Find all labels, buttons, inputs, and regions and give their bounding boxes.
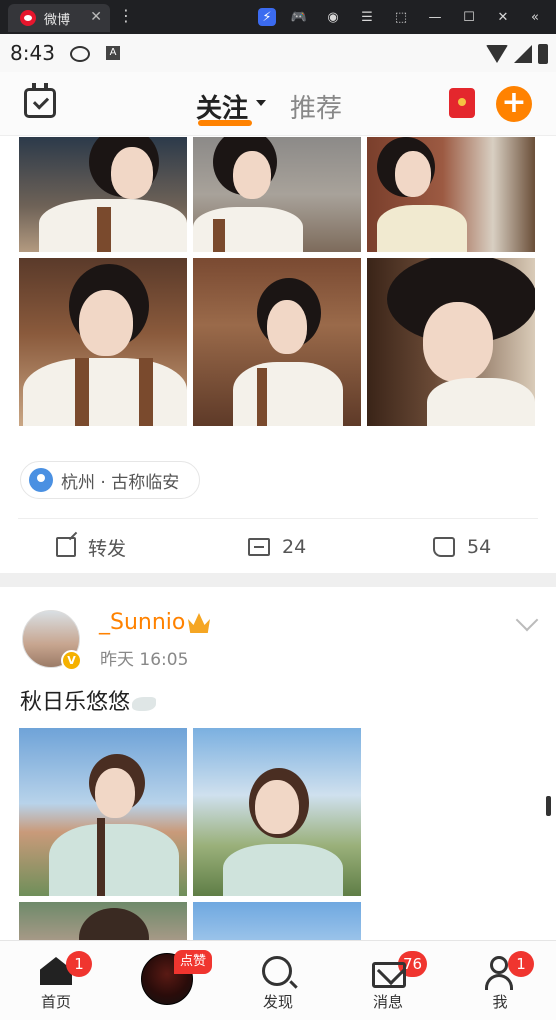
cell-signal-icon <box>514 45 532 63</box>
red-packet-icon[interactable] <box>449 88 475 118</box>
account-icon[interactable]: ◉ <box>324 8 342 26</box>
wifi-icon <box>486 45 508 63</box>
location-chip[interactable]: 杭州 · 古称临安 <box>20 461 200 499</box>
dove-emoji-icon <box>132 697 157 711</box>
close-window-icon[interactable]: ✕ <box>494 8 512 26</box>
window-menu-icon[interactable]: ⋮ <box>118 6 134 25</box>
crown-icon <box>188 613 210 633</box>
me-badge: 1 <box>508 951 534 977</box>
comment-button[interactable]: 24 <box>248 533 306 561</box>
verified-badge-icon: V <box>61 650 82 671</box>
like-tag: 点赞 <box>174 950 213 974</box>
tab-recommend[interactable]: 推荐 <box>290 88 342 125</box>
search-icon <box>262 956 292 986</box>
weibo-logo-icon <box>20 10 36 26</box>
thumbs-up-icon <box>433 537 455 557</box>
window-tab-title: 微博 <box>44 12 71 28</box>
status-time: 8:43 <box>10 41 55 65</box>
window-tab[interactable]: 微博 ✕ <box>8 4 110 32</box>
post-photo[interactable] <box>193 137 361 252</box>
profile-icon <box>490 956 508 974</box>
post-time: 昨天 16:05 <box>100 650 189 670</box>
post-photo[interactable] <box>19 902 187 942</box>
post-photo[interactable] <box>367 258 535 426</box>
compose-plus-button[interactable]: + <box>496 86 532 122</box>
post-photo[interactable] <box>193 258 361 426</box>
post-photo[interactable] <box>193 902 361 942</box>
chevron-down-icon[interactable] <box>515 608 539 632</box>
post-separator <box>0 573 556 587</box>
post-text: 秋日乐悠悠 <box>20 684 157 716</box>
post-photo[interactable] <box>193 728 361 896</box>
nav-home[interactable]: 首页 1 <box>20 941 92 1020</box>
home-badge: 1 <box>66 951 92 977</box>
scrollbar[interactable] <box>546 796 551 816</box>
repost-button[interactable]: 转发 <box>56 533 126 561</box>
post-text-content: 秋日乐悠悠 <box>20 690 131 715</box>
sidebar-toggle-icon[interactable]: « <box>526 8 544 26</box>
weibo-status-icon <box>70 46 90 62</box>
comment-count: 24 <box>282 536 307 558</box>
gamepad-icon[interactable]: 🎮 <box>290 8 308 26</box>
checkin-calendar-icon[interactable] <box>24 83 56 118</box>
boost-icon[interactable]: ⚡ <box>258 8 276 26</box>
like-button[interactable]: 54 <box>433 533 491 561</box>
minimize-icon[interactable]: — <box>426 8 444 26</box>
share-icon <box>56 537 76 557</box>
screenshot-icon[interactable]: ⬚ <box>392 8 410 26</box>
location-text: 杭州 · 古称临安 <box>61 472 180 493</box>
status-bar: 8:43 A <box>0 34 556 72</box>
comment-icon <box>248 538 270 556</box>
a-status-icon: A <box>106 46 120 60</box>
post-photo[interactable] <box>19 258 187 426</box>
post-photo[interactable] <box>367 137 535 252</box>
active-tab-indicator <box>198 120 252 126</box>
tab-follow-dropdown-icon[interactable] <box>256 100 266 106</box>
post-photo[interactable] <box>19 137 187 252</box>
maximize-icon[interactable]: ☐ <box>460 8 478 26</box>
nav-me-label: 我 <box>492 993 508 1011</box>
menu-icon[interactable]: ☰ <box>358 8 376 26</box>
mail-icon <box>372 962 406 988</box>
post-username[interactable]: _Sunnio <box>99 610 185 635</box>
nav-messages-label: 消息 <box>372 993 403 1011</box>
status-icons <box>486 44 548 64</box>
divider <box>18 518 538 519</box>
location-pin-icon <box>29 468 53 492</box>
nav-home-label: 首页 <box>40 993 71 1011</box>
repost-label: 转发 <box>88 537 127 560</box>
emulator-title-bar: 微博 ✕ ⋮ ⚡ 🎮 ◉ ☰ ⬚ — ☐ ✕ « <box>0 0 556 34</box>
post-photo[interactable] <box>19 728 187 896</box>
nav-discover-label: 发现 <box>262 993 293 1011</box>
like-count: 54 <box>467 536 492 558</box>
close-tab-icon[interactable]: ✕ <box>90 9 102 25</box>
battery-icon <box>538 44 548 64</box>
